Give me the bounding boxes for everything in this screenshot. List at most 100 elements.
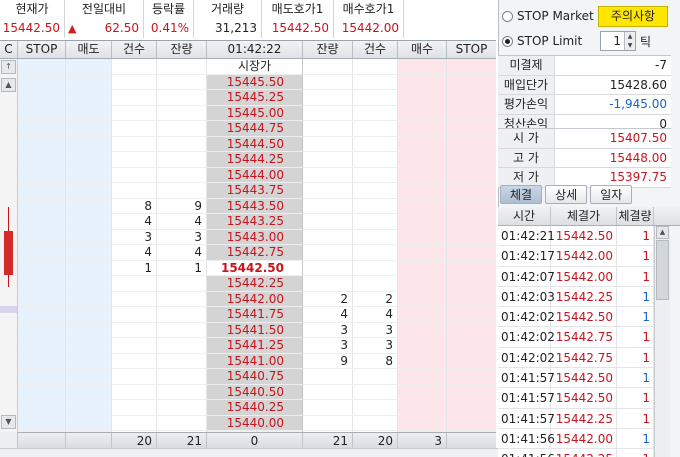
bid-order-cell[interactable] — [398, 291, 447, 307]
stop-cell[interactable] — [18, 121, 66, 137]
bid-order-cell[interactable] — [398, 214, 447, 230]
stop-cell[interactable] — [18, 338, 66, 354]
bid-order-cell[interactable] — [398, 59, 447, 75]
price-level[interactable]: 15443.25 — [207, 214, 303, 230]
scroll-down-icon[interactable] — [0, 432, 18, 449]
stop-cell[interactable] — [18, 90, 66, 106]
chevron-down-icon[interactable]: ▼ — [1, 415, 16, 429]
price-level[interactable]: 15443.75 — [207, 183, 303, 199]
price-level[interactable]: 15442.75 — [207, 245, 303, 261]
stop-cell[interactable] — [447, 384, 496, 400]
bid-order-cell[interactable] — [398, 74, 447, 90]
bid-order-cell[interactable] — [398, 415, 447, 431]
stop-cell[interactable] — [447, 136, 496, 152]
price-level[interactable]: 15441.50 — [207, 322, 303, 338]
bid-order-cell[interactable] — [398, 152, 447, 168]
stop-cell[interactable] — [447, 400, 496, 416]
stop-cell[interactable] — [18, 307, 66, 323]
ask-order-cell[interactable] — [66, 229, 112, 245]
bid-order-cell[interactable] — [398, 276, 447, 292]
bid-order-cell[interactable] — [398, 198, 447, 214]
scroll-up-icon[interactable]: ↑ — [1, 60, 16, 74]
stop-cell[interactable] — [18, 152, 66, 168]
ask-order-cell[interactable] — [66, 198, 112, 214]
bid-order-cell[interactable] — [398, 338, 447, 354]
price-level[interactable]: 15444.25 — [207, 152, 303, 168]
ask-order-cell[interactable] — [66, 291, 112, 307]
price-level[interactable]: 15441.25 — [207, 338, 303, 354]
ask-order-cell[interactable] — [66, 121, 112, 137]
stop-cell[interactable] — [447, 260, 496, 276]
price-level[interactable]: 15442.25 — [207, 276, 303, 292]
trades-scrollbar[interactable]: ▲ — [654, 226, 670, 457]
stop-cell[interactable] — [447, 90, 496, 106]
stop-cell[interactable] — [18, 59, 66, 75]
price-level[interactable]: 15443.50 — [207, 198, 303, 214]
bid-order-cell[interactable] — [398, 105, 447, 121]
radio-selected-icon[interactable] — [502, 35, 513, 47]
price-level[interactable]: 15444.00 — [207, 167, 303, 183]
stop-cell[interactable] — [18, 291, 66, 307]
stop-cell[interactable] — [18, 183, 66, 199]
ask-order-cell[interactable] — [66, 307, 112, 323]
stop-cell[interactable] — [447, 322, 496, 338]
stop-cell[interactable] — [447, 229, 496, 245]
price-level[interactable]: 15440.75 — [207, 369, 303, 385]
stop-cell[interactable] — [18, 136, 66, 152]
price-level[interactable]: 15441.75 — [207, 307, 303, 323]
caution-button[interactable]: 주의사항 — [598, 6, 668, 27]
ask-order-cell[interactable] — [66, 245, 112, 261]
ask-order-cell[interactable] — [66, 322, 112, 338]
stop-cell[interactable] — [447, 59, 496, 75]
radio-icon[interactable] — [502, 10, 513, 22]
stop-cell[interactable] — [18, 369, 66, 385]
stop-cell[interactable] — [18, 229, 66, 245]
price-level[interactable]: 15444.50 — [207, 136, 303, 152]
price-level[interactable]: 15445.50 — [207, 74, 303, 90]
price-level[interactable]: 15442.50 — [207, 260, 303, 276]
stop-cell[interactable] — [447, 74, 496, 90]
stop-market-option[interactable]: STOP Market — [502, 5, 594, 27]
stop-cell[interactable] — [447, 338, 496, 354]
stop-cell[interactable] — [447, 353, 496, 369]
price-level[interactable]: 15445.00 — [207, 105, 303, 121]
bid-order-cell[interactable] — [398, 183, 447, 199]
ask-order-cell[interactable] — [66, 400, 112, 416]
ask-order-cell[interactable] — [66, 260, 112, 276]
bid-order-cell[interactable] — [398, 229, 447, 245]
ask-order-cell[interactable] — [66, 276, 112, 292]
ask-order-cell[interactable] — [66, 105, 112, 121]
bid-order-cell[interactable] — [398, 384, 447, 400]
stop-cell[interactable] — [447, 415, 496, 431]
ask-order-cell[interactable] — [66, 74, 112, 90]
bid-order-cell[interactable] — [398, 400, 447, 416]
stop-cell[interactable] — [447, 105, 496, 121]
bid-order-cell[interactable] — [398, 167, 447, 183]
ask-order-cell[interactable] — [66, 384, 112, 400]
stop-cell[interactable] — [18, 322, 66, 338]
stop-cell[interactable] — [18, 400, 66, 416]
stop-cell[interactable] — [18, 74, 66, 90]
stop-cell[interactable] — [447, 307, 496, 323]
stop-cell[interactable] — [18, 245, 66, 261]
price-level[interactable]: 15445.25 — [207, 90, 303, 106]
ask-order-cell[interactable] — [66, 183, 112, 199]
bid-order-cell[interactable] — [398, 245, 447, 261]
bid-order-cell[interactable] — [398, 322, 447, 338]
stop-cell[interactable] — [18, 260, 66, 276]
ask-order-cell[interactable] — [66, 353, 112, 369]
ask-order-cell[interactable] — [66, 415, 112, 431]
stop-cell[interactable] — [447, 245, 496, 261]
ask-order-cell[interactable] — [66, 214, 112, 230]
price-level[interactable]: 15444.75 — [207, 121, 303, 137]
stop-cell[interactable] — [18, 198, 66, 214]
tick-spinner[interactable]: ▲ ▼ — [624, 32, 635, 50]
price-level[interactable]: 15442.00 — [207, 291, 303, 307]
stop-cell[interactable] — [18, 167, 66, 183]
price-level[interactable]: 15440.00 — [207, 415, 303, 431]
stop-cell[interactable] — [18, 415, 66, 431]
stop-cell[interactable] — [18, 353, 66, 369]
chevron-up-icon[interactable]: ▲ — [1, 78, 16, 92]
price-level[interactable]: 15440.25 — [207, 400, 303, 416]
bid-order-cell[interactable] — [398, 307, 447, 323]
